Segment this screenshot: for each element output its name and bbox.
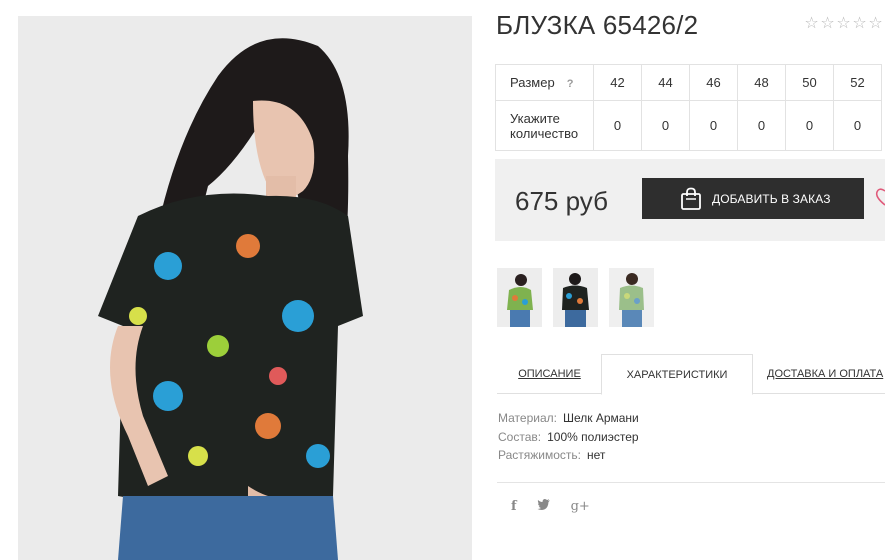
google-plus-icon[interactable]: g+	[571, 499, 590, 514]
tab-delivery-payment[interactable]: ДОСТАВКА И ОПЛАТА	[767, 354, 885, 394]
product-price: 675 руб	[515, 186, 608, 216]
quantity-input[interactable]: 0	[593, 100, 642, 151]
main-product-photo[interactable]	[18, 16, 472, 560]
star-icon[interactable]: ☆	[836, 16, 851, 32]
product-thumbnail[interactable]	[553, 268, 598, 327]
product-thumbnail[interactable]	[609, 268, 654, 327]
thumbnail-gallery	[497, 268, 654, 327]
size-option[interactable]: 42	[593, 64, 642, 101]
characteristic-value: 100% полиэстер	[547, 429, 639, 444]
size-label: Размер	[510, 75, 555, 90]
tab-characteristics[interactable]: ХАРАКТЕРИСТИКИ	[601, 354, 753, 395]
quantity-input[interactable]: 0	[689, 100, 738, 151]
characteristic-row: Материал: Шелк Армани	[498, 409, 639, 428]
star-icon[interactable]: ☆	[804, 16, 819, 32]
quantity-input[interactable]: 0	[785, 100, 834, 151]
characteristic-row: Растяжимость: нет	[498, 446, 639, 465]
star-icon[interactable]: ☆	[852, 16, 867, 32]
tab-description[interactable]: ОПИСАНИЕ	[497, 354, 602, 394]
twitter-icon[interactable]	[537, 498, 551, 514]
characteristic-value: нет	[587, 448, 606, 462]
product-title: БЛУЗКА 65426/2	[496, 10, 699, 40]
heart-icon[interactable]	[873, 187, 885, 214]
size-option[interactable]: 52	[833, 64, 882, 101]
size-help-icon[interactable]: ?	[567, 78, 574, 90]
size-option[interactable]: 50	[785, 64, 834, 101]
size-option[interactable]: 48	[737, 64, 786, 101]
add-to-order-label: ДОБАВИТЬ В ЗАКАЗ	[712, 191, 831, 206]
rating-stars[interactable]: ☆ ☆ ☆ ☆ ☆	[804, 16, 883, 32]
shopping-bag-icon	[680, 187, 702, 211]
product-thumbnail[interactable]	[497, 268, 542, 327]
quantity-input[interactable]: 0	[737, 100, 786, 151]
size-quantity-table: Размер? 42 44 46 48 50 52 Укажите количе…	[495, 64, 882, 151]
quantity-input[interactable]: 0	[833, 100, 882, 151]
size-option[interactable]: 46	[689, 64, 738, 101]
characteristic-value: Шелк Армани	[562, 411, 639, 425]
star-icon[interactable]: ☆	[820, 16, 835, 32]
price-block: 675 руб ДОБАВИТЬ В ЗАКАЗ	[495, 159, 885, 241]
characteristic-key: Материал:	[498, 411, 557, 425]
social-share: f g+	[511, 498, 590, 514]
social-divider	[497, 482, 885, 483]
add-to-order-button[interactable]: ДОБАВИТЬ В ЗАКАЗ	[642, 178, 864, 219]
star-icon[interactable]: ☆	[868, 16, 883, 32]
characteristic-key: Растяжимость:	[498, 448, 582, 462]
characteristics-list: Материал: Шелк Армани Состав: 100% полиэст…	[498, 409, 639, 465]
product-tabs: ОПИСАНИЕ ХАРАКТЕРИСТИКИ ДОСТАВКА И ОПЛАТ…	[497, 354, 885, 395]
size-option[interactable]: 44	[641, 64, 690, 101]
size-label-cell: Размер?	[495, 64, 594, 101]
quantity-input[interactable]: 0	[641, 100, 690, 151]
characteristic-row: Состав: 100% полиэстер	[498, 428, 639, 447]
characteristic-key: Состав:	[498, 429, 542, 444]
facebook-icon[interactable]: f	[511, 499, 517, 514]
quantity-label: Укажите количество	[495, 100, 594, 151]
